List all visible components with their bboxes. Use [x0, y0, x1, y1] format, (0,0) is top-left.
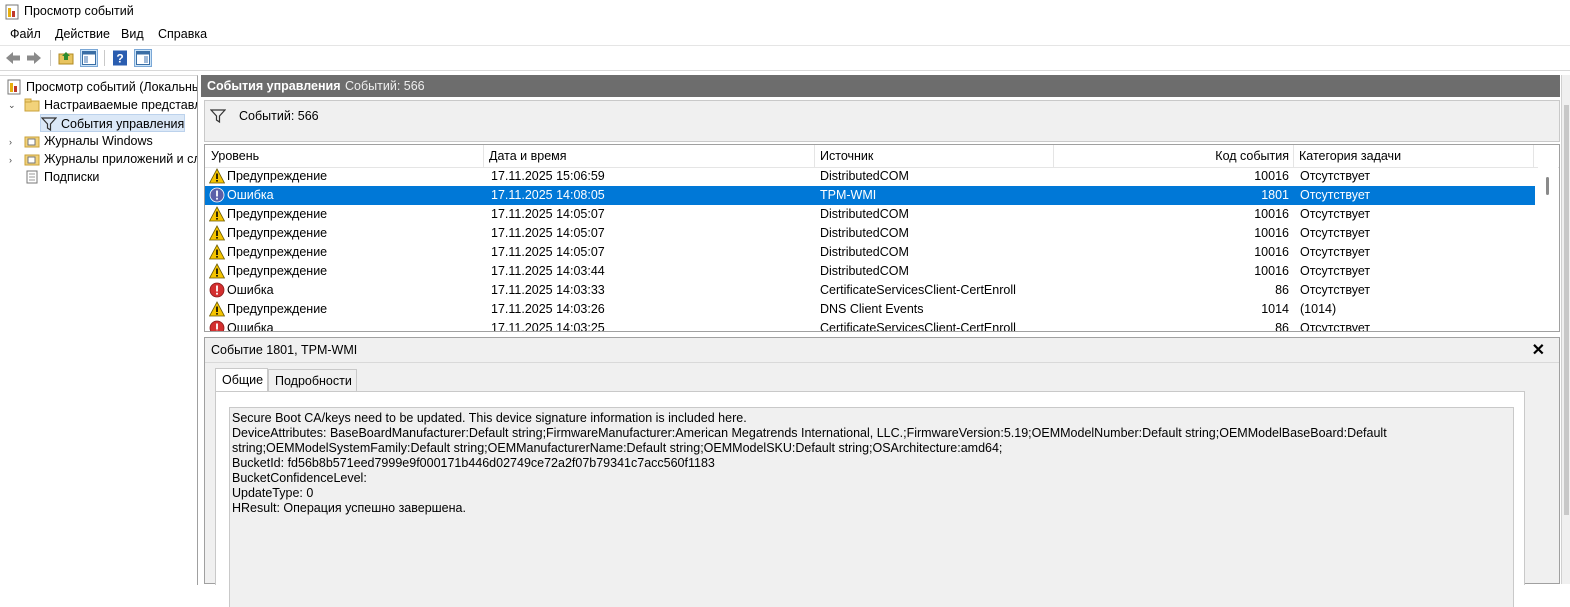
help-button[interactable]: ?	[111, 49, 129, 67]
log-folder-icon	[24, 136, 40, 148]
column-header-category[interactable]: Категория задачи	[1299, 149, 1401, 163]
menu-help[interactable]: Справка	[158, 27, 207, 41]
warning-icon	[209, 225, 225, 241]
table-row[interactable]: Ошибка 17.11.2025 14:03:25 CertificateSe…	[205, 319, 1535, 331]
tree-item-root[interactable]: Просмотр событий (Локальный)	[6, 78, 197, 96]
error-icon	[209, 320, 225, 331]
filter-bar: Событий: 566	[204, 100, 1560, 142]
menu-bar: Файл Действие Вид Справка	[0, 24, 1570, 44]
error-icon	[209, 187, 225, 203]
column-header-datetime[interactable]: Дата и время	[489, 149, 567, 163]
message-line: Secure Boot CA/keys need to be updated. …	[232, 411, 747, 425]
pane-title: События управления	[207, 79, 341, 93]
detail-header: Событие 1801, TPM-WMI ✕	[205, 338, 1559, 363]
show-hide-action-pane-icon	[136, 51, 150, 65]
tab-details[interactable]: Подробности	[268, 369, 357, 391]
title-bar: Просмотр событий	[0, 0, 1570, 24]
log-folder-icon	[24, 154, 40, 166]
message-line: BucketConfidenceLevel:	[232, 471, 367, 485]
subscriptions-icon	[26, 170, 38, 184]
message-line: UpdateType: 0	[232, 486, 314, 500]
events-grid: Уровень Дата и время Источник Код событи…	[204, 144, 1560, 332]
event-detail-pane: Событие 1801, TPM-WMI ✕ Общие Подробност…	[204, 337, 1560, 607]
up-folder-icon	[58, 52, 74, 65]
scrollbar-thumb[interactable]	[1564, 105, 1569, 515]
menu-file[interactable]: Файл	[10, 27, 41, 41]
close-icon[interactable]: ✕	[1532, 340, 1545, 360]
table-row[interactable]: Предупреждение 17.11.2025 14:03:44 Distr…	[205, 262, 1535, 281]
events-scrollbar[interactable]	[1538, 167, 1558, 331]
column-divider[interactable]	[814, 145, 815, 167]
back-arrow-icon	[6, 52, 20, 64]
svg-text:?: ?	[116, 52, 123, 66]
warning-icon	[209, 206, 225, 222]
column-divider[interactable]	[1293, 145, 1294, 167]
table-row[interactable]: Ошибка 17.11.2025 14:03:33 CertificateSe…	[205, 281, 1535, 300]
table-row[interactable]: Предупреждение 17.11.2025 15:06:59 Distr…	[205, 167, 1535, 186]
toolbar-separator	[104, 50, 105, 66]
back-button[interactable]	[4, 49, 22, 67]
show-hide-action-pane-button[interactable]	[134, 49, 152, 67]
chevron-down-icon[interactable]: ⌄	[8, 100, 16, 111]
menu-view[interactable]: Вид	[121, 27, 144, 41]
help-icon: ?	[113, 50, 127, 66]
window-scrollbar[interactable]	[1561, 75, 1570, 584]
table-row-selected[interactable]: Ошибка 17.11.2025 14:08:05 TPM-WMI 1801 …	[205, 186, 1535, 205]
table-row[interactable]: Предупреждение 17.11.2025 14:05:07 Distr…	[205, 205, 1535, 224]
toolbar-separator	[50, 50, 51, 66]
warning-icon	[209, 168, 225, 184]
general-tab-panel: Secure Boot CA/keys need to be updated. …	[215, 391, 1525, 607]
show-hide-console-tree-icon	[82, 51, 96, 65]
up-one-level-button[interactable]	[57, 49, 75, 67]
console-tree: Просмотр событий (Локальный) ⌄ Настраива…	[0, 75, 198, 585]
forward-arrow-icon	[27, 52, 41, 64]
event-viewer-app-icon	[5, 4, 19, 20]
table-row[interactable]: Предупреждение 17.11.2025 14:03:26 DNS C…	[205, 300, 1535, 319]
events-pane: События управления Событий: 566 Событий:…	[201, 75, 1560, 607]
column-divider[interactable]	[1533, 145, 1534, 167]
event-viewer-icon	[7, 79, 21, 95]
filter-count: Событий: 566	[239, 109, 319, 123]
tab-general[interactable]: Общие	[215, 368, 268, 391]
chevron-right-icon[interactable]: ›	[9, 155, 12, 165]
warning-icon	[209, 244, 225, 260]
error-icon	[209, 282, 225, 298]
tree-item-windows-logs[interactable]: Журналы Windows	[24, 132, 196, 150]
scrollbar-thumb[interactable]	[1546, 177, 1549, 195]
message-line: DeviceAttributes: BaseBoardManufacturer:…	[232, 426, 1391, 455]
message-line: BucketId: fd56b8b571eed7999e9f000171b446…	[232, 456, 715, 470]
toolbar: ?	[0, 45, 1570, 71]
events-list: Предупреждение 17.11.2025 15:06:59 Distr…	[205, 167, 1535, 331]
column-header-level[interactable]: Уровень	[211, 149, 259, 163]
tree-item-subscriptions[interactable]: Подписки	[24, 168, 196, 186]
forward-button[interactable]	[25, 49, 43, 67]
chevron-right-icon[interactable]: ›	[9, 137, 12, 147]
warning-icon	[209, 301, 225, 317]
event-message[interactable]: Secure Boot CA/keys need to be updated. …	[229, 407, 1514, 607]
tree-item-admin-events[interactable]: События управления	[40, 114, 185, 132]
pane-header: События управления Событий: 566	[201, 75, 1560, 97]
column-header-event-id[interactable]: Код события	[1215, 149, 1289, 163]
grid-header: Уровень Дата и время Источник Код событи…	[205, 145, 1559, 168]
message-line: HResult: Операция успешно завершена.	[232, 501, 466, 515]
warning-icon	[209, 263, 225, 279]
pane-event-count: Событий: 566	[345, 79, 425, 93]
detail-title: Событие 1801, TPM-WMI	[211, 343, 358, 357]
menu-action[interactable]: Действие	[55, 27, 110, 41]
tree-item-app-logs[interactable]: Журналы приложений и служб	[24, 150, 197, 168]
tree-item-custom-views[interactable]: Настраиваемые представления	[24, 96, 197, 114]
filter-icon	[210, 109, 226, 124]
filter-icon	[41, 117, 57, 132]
column-divider[interactable]	[1053, 145, 1054, 167]
window-title: Просмотр событий	[24, 4, 134, 18]
show-hide-console-tree-button[interactable]	[80, 49, 98, 67]
table-row[interactable]: Предупреждение 17.11.2025 14:05:07 Distr…	[205, 224, 1535, 243]
table-row[interactable]: Предупреждение 17.11.2025 14:05:07 Distr…	[205, 243, 1535, 262]
folder-icon	[24, 98, 40, 112]
column-divider[interactable]	[483, 145, 484, 167]
column-header-source[interactable]: Источник	[820, 149, 873, 163]
